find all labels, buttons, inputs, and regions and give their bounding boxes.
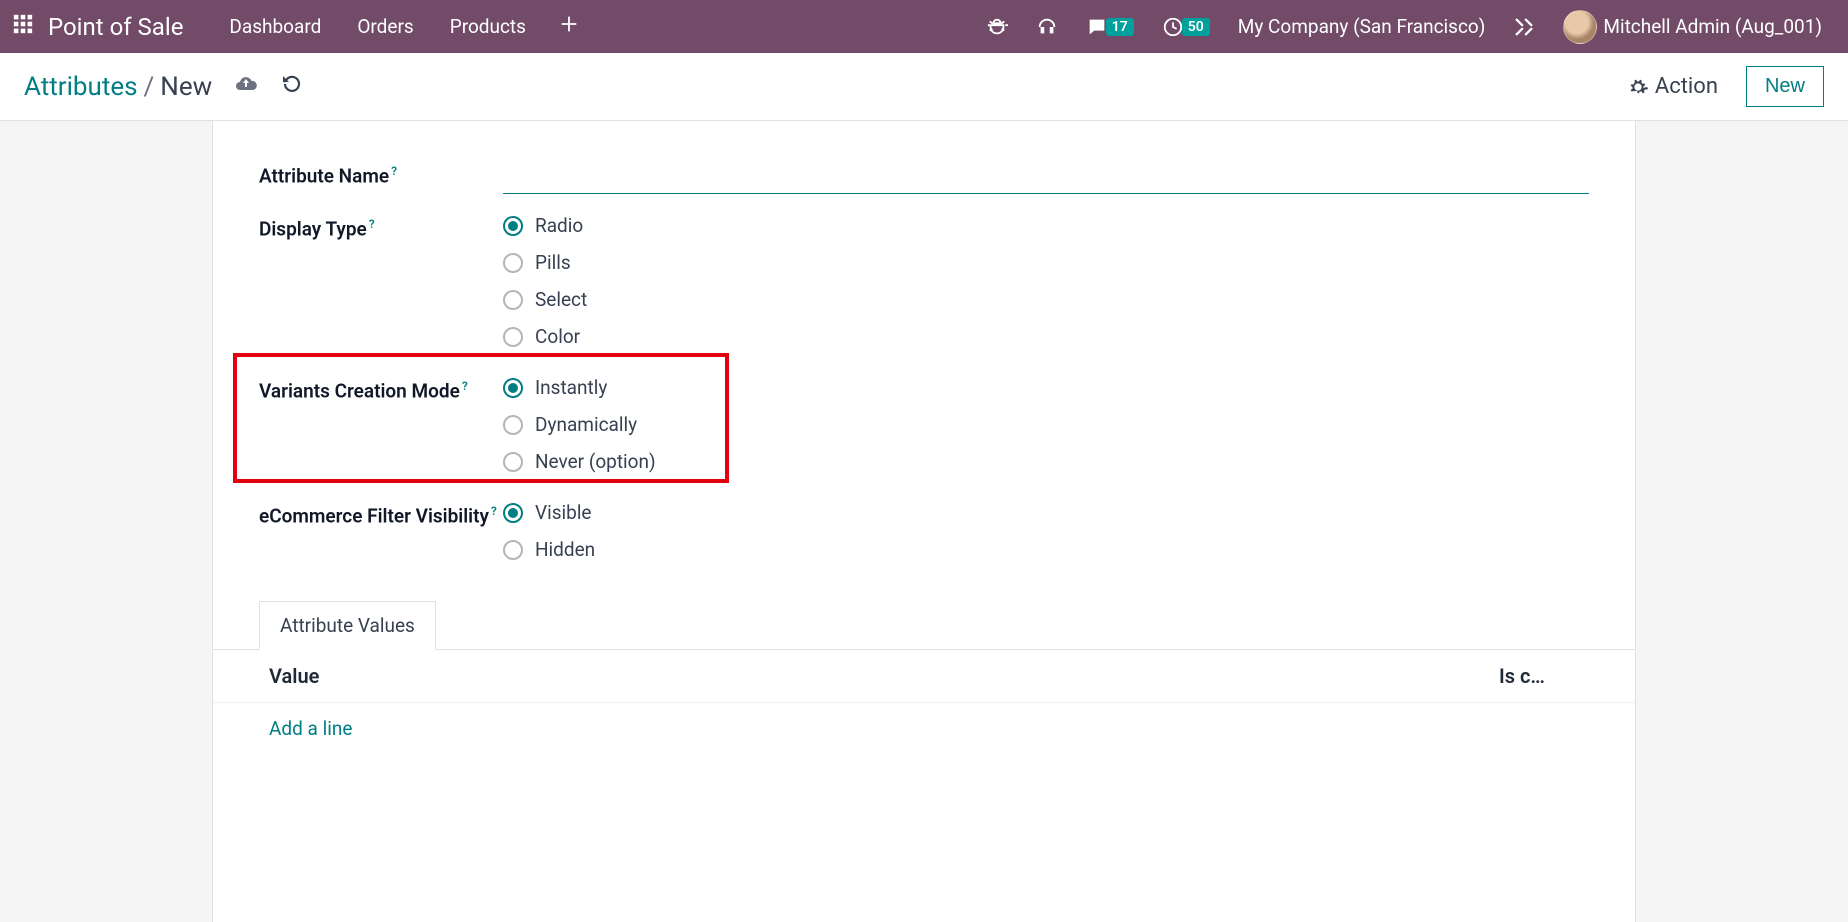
ecom-hidden-label: Hidden	[535, 538, 595, 561]
help-attribute-name[interactable]: ?	[391, 164, 397, 178]
label-attribute-name: Attribute Name?	[259, 161, 503, 189]
breadcrumb-separator: /	[138, 72, 161, 102]
radio-icon	[503, 540, 523, 560]
values-table-header: Value Is c…	[213, 650, 1635, 703]
radio-icon	[503, 216, 523, 236]
discard-icon[interactable]	[280, 72, 304, 102]
radio-icon	[503, 503, 523, 523]
display-type-pills-label: Pills	[535, 251, 571, 274]
activities-icon[interactable]: 50	[1148, 16, 1224, 38]
variants-mode-options: Instantly Dynamically Never (option)	[503, 376, 1589, 473]
radio-icon	[503, 415, 523, 435]
add-line[interactable]: Add a line	[213, 703, 1635, 754]
row-attribute-name: Attribute Name?	[259, 161, 1589, 194]
label-ecom-visibility-text: eCommerce Filter Visibility	[259, 504, 489, 527]
values-table: Value Is c… Add a line	[213, 650, 1635, 754]
company-switcher[interactable]: My Company (San Francisco)	[1224, 15, 1500, 38]
debug-icon[interactable]	[972, 16, 1022, 38]
display-type-radio[interactable]: Radio	[503, 214, 1589, 237]
user-menu[interactable]: Mitchell Admin (Aug_001)	[1549, 10, 1836, 44]
variants-mode-never[interactable]: Never (option)	[503, 450, 1589, 473]
new-button[interactable]: New	[1746, 66, 1824, 107]
row-display-type: Display Type? Radio Pills Select Color	[259, 214, 1589, 348]
nav-products[interactable]: Products	[432, 15, 544, 38]
tab-bar: Attribute Values	[213, 601, 1635, 650]
display-type-options: Radio Pills Select Color	[503, 214, 1589, 348]
form-sheet: Attribute Name? Display Type? Radio Pill…	[212, 121, 1636, 922]
col-is: Is c…	[1499, 664, 1579, 688]
variants-mode-instantly[interactable]: Instantly	[503, 376, 1589, 399]
control-panel: Attributes / New Action New	[0, 53, 1848, 121]
user-name: Mitchell Admin (Aug_001)	[1603, 15, 1822, 38]
radio-icon	[503, 378, 523, 398]
help-display-type[interactable]: ?	[369, 217, 375, 231]
radio-icon	[503, 452, 523, 472]
company-name: My Company (San Francisco)	[1238, 15, 1486, 38]
support-icon[interactable]	[1022, 16, 1072, 38]
save-cloud-icon[interactable]	[234, 72, 258, 102]
topbar: Point of Sale Dashboard Orders Products …	[0, 0, 1848, 53]
display-type-color-label: Color	[535, 325, 580, 348]
label-variants-mode-text: Variants Creation Mode	[259, 379, 460, 402]
breadcrumb-current: New	[160, 72, 212, 102]
variants-mode-instantly-label: Instantly	[535, 376, 607, 399]
ecom-visibility-options: Visible Hidden	[503, 501, 1589, 561]
label-display-type-text: Display Type	[259, 217, 367, 240]
activities-badge: 50	[1182, 18, 1210, 36]
label-attribute-name-text: Attribute Name	[259, 164, 389, 187]
variants-mode-dynamically-label: Dynamically	[535, 413, 637, 436]
tab-attribute-values[interactable]: Attribute Values	[259, 601, 436, 650]
radio-icon	[503, 290, 523, 310]
display-type-select-label: Select	[535, 288, 587, 311]
attribute-name-input[interactable]	[503, 161, 1589, 194]
display-type-color[interactable]: Color	[503, 325, 1589, 348]
variants-mode-dynamically[interactable]: Dynamically	[503, 413, 1589, 436]
display-type-radio-label: Radio	[535, 214, 583, 237]
sheet-scroll[interactable]: Attribute Name? Display Type? Radio Pill…	[0, 121, 1848, 922]
breadcrumb-parent[interactable]: Attributes	[24, 72, 138, 102]
col-value: Value	[269, 664, 1499, 688]
apps-icon[interactable]	[12, 13, 34, 40]
messages-icon[interactable]: 17	[1072, 16, 1148, 38]
radio-icon	[503, 327, 523, 347]
display-type-select[interactable]: Select	[503, 288, 1589, 311]
action-button[interactable]: Action	[1627, 74, 1718, 99]
radio-icon	[503, 253, 523, 273]
label-ecom-visibility: eCommerce Filter Visibility?	[259, 501, 503, 529]
row-ecom-visibility: eCommerce Filter Visibility? Visible Hid…	[259, 501, 1589, 561]
messages-badge: 17	[1106, 18, 1134, 36]
variants-mode-never-label: Never (option)	[535, 450, 656, 473]
avatar	[1563, 10, 1597, 44]
display-type-pills[interactable]: Pills	[503, 251, 1589, 274]
label-variants-mode: Variants Creation Mode?	[259, 376, 503, 404]
ecom-hidden[interactable]: Hidden	[503, 538, 1589, 561]
action-label: Action	[1655, 74, 1718, 99]
ecom-visible-label: Visible	[535, 501, 592, 524]
nav-dashboard[interactable]: Dashboard	[211, 15, 339, 38]
label-display-type: Display Type?	[259, 214, 503, 242]
app-brand[interactable]: Point of Sale	[48, 13, 183, 41]
nav-orders[interactable]: Orders	[339, 15, 431, 38]
help-variants-mode[interactable]: ?	[462, 379, 468, 393]
row-variants-mode: Variants Creation Mode? Instantly Dynami…	[259, 376, 1589, 473]
ecom-visible[interactable]: Visible	[503, 501, 1589, 524]
tools-icon[interactable]	[1499, 16, 1549, 38]
new-menu-icon[interactable]	[544, 13, 594, 41]
help-ecom-visibility[interactable]: ?	[491, 504, 497, 518]
